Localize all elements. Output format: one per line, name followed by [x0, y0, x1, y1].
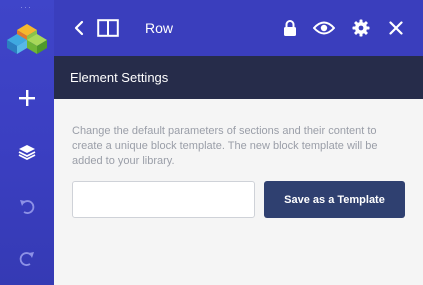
layers-button[interactable] [0, 132, 54, 172]
gear-icon [352, 19, 370, 37]
add-element-button[interactable] [0, 78, 54, 118]
chevron-left-icon [74, 20, 84, 36]
template-name-input[interactable] [72, 181, 255, 218]
panel-layout-icon [97, 19, 119, 37]
close-button[interactable] [387, 0, 405, 56]
lock-icon [284, 20, 296, 36]
brand-cube-logo-icon [7, 24, 47, 54]
eye-icon [313, 21, 335, 35]
close-icon [389, 21, 403, 35]
element-title: Row [145, 20, 174, 36]
drag-handle-icon[interactable]: ··· [20, 3, 32, 12]
plus-icon [19, 90, 35, 106]
left-sidebar: ··· [0, 0, 54, 285]
brand-logo [0, 20, 54, 60]
settings-panel: Change the default parameters of section… [54, 99, 423, 285]
redo-button[interactable] [0, 238, 54, 278]
settings-header: Element Settings [54, 56, 423, 99]
preview-button[interactable] [312, 0, 336, 56]
layers-icon [18, 145, 36, 160]
layout-toggle-button[interactable] [96, 0, 120, 56]
settings-button[interactable] [351, 0, 371, 56]
undo-button[interactable] [0, 186, 54, 226]
top-toolbar: Row [54, 0, 423, 56]
back-button[interactable] [72, 0, 86, 56]
lock-button[interactable] [282, 0, 298, 56]
panel-title: Element Settings [70, 70, 169, 85]
undo-icon [20, 200, 35, 214]
redo-icon [19, 252, 34, 266]
panel-description: Change the default parameters of section… [72, 125, 378, 167]
save-as-template-button[interactable]: Save as a Template [264, 181, 405, 218]
